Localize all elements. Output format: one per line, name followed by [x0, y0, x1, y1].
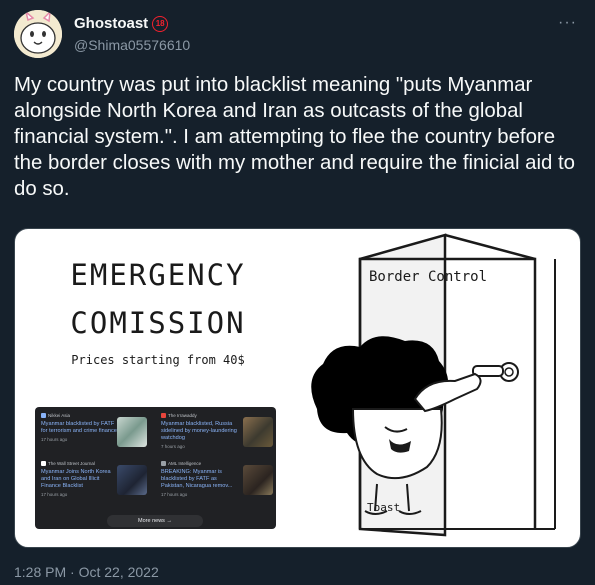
name-row: Ghostoast 18 — [74, 15, 169, 32]
character-label: Toast — [367, 501, 401, 514]
avatar[interactable] — [14, 10, 62, 58]
age-badge: 18 — [152, 15, 169, 32]
door-sign: Border Control — [369, 269, 488, 285]
door-illustration — [311, 233, 556, 537]
tweet-header: Ghostoast 18 @Shima05576610 ··· — [14, 10, 581, 58]
tweet-text: My country was put into blacklist meanin… — [14, 74, 576, 200]
tweet-timestamp[interactable]: 1:28 PM · Oct 22, 2022 — [14, 564, 159, 580]
ellipsis-icon[interactable]: ··· — [558, 14, 577, 32]
display-name[interactable]: Ghostoast — [74, 15, 148, 32]
tweet-image[interactable]: EMERGENCY COMISSION Prices starting from… — [14, 228, 581, 548]
user-handle[interactable]: @Shima05576610 — [74, 37, 190, 53]
